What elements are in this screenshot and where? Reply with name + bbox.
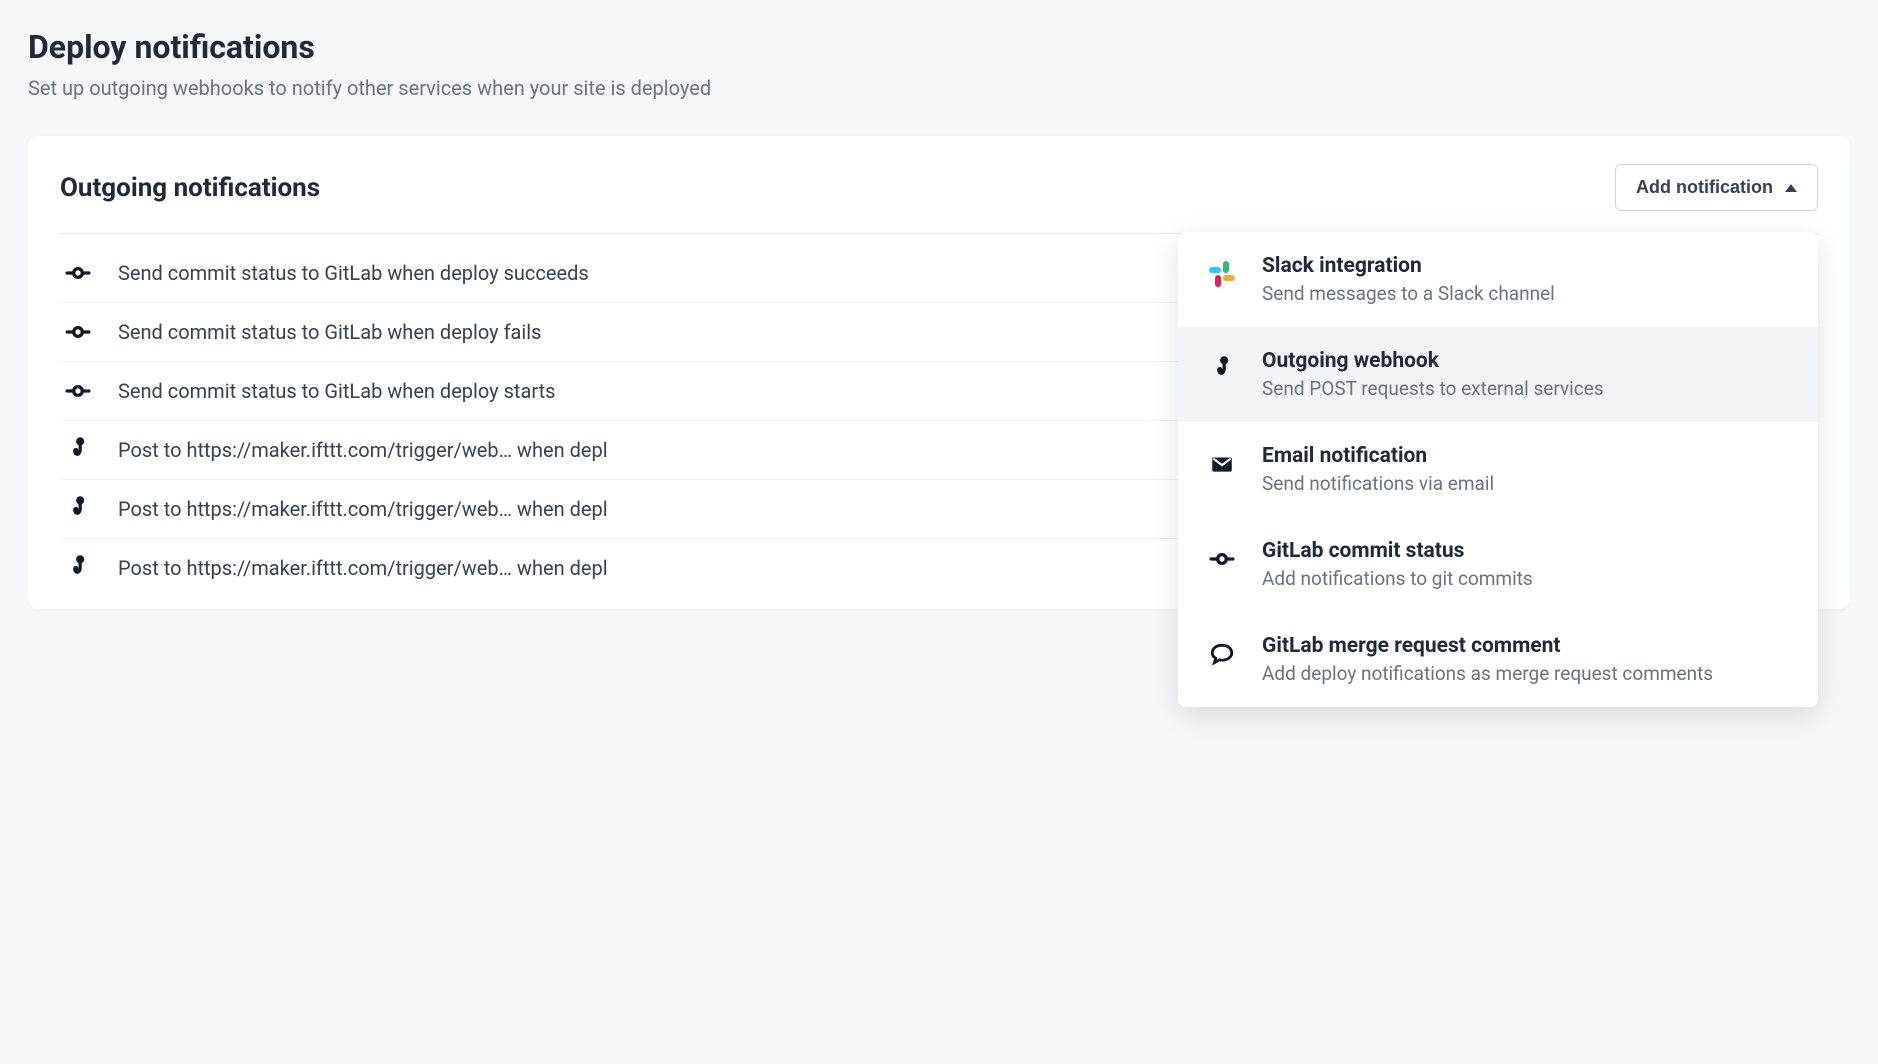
dropdown-item-title: Email notification <box>1262 444 1494 468</box>
dropdown-item-title: Slack integration <box>1262 254 1555 278</box>
commit-icon <box>65 260 91 286</box>
hook-icon <box>1209 356 1235 382</box>
commit-icon <box>65 378 91 404</box>
commit-icon-wrap <box>60 260 96 286</box>
dropdown-item-desc: Send messages to a Slack channel <box>1262 282 1555 305</box>
add-notification-dropdown: Slack integration Send messages to a Slac… <box>1178 232 1818 707</box>
hook-icon-wrap <box>1206 353 1238 385</box>
page-subtitle: Set up outgoing webhooks to notify other… <box>28 76 1850 100</box>
commit-icon-wrap <box>60 378 96 404</box>
dropdown-text: Slack integration Send messages to a Slac… <box>1262 254 1555 305</box>
hook-icon-wrap <box>60 555 96 581</box>
email-icon <box>1209 451 1235 477</box>
hook-icon <box>65 437 91 463</box>
dropdown-text: Email notification Send notifications via… <box>1262 444 1494 495</box>
email-icon-wrap <box>1206 448 1238 480</box>
dropdown-item-title: GitLab commit status <box>1262 539 1533 563</box>
dropdown-text: GitLab commit status Add notifications to… <box>1262 539 1533 590</box>
commit-icon-wrap <box>60 319 96 345</box>
notification-label: Post to https://maker.ifttt.com/trigger/… <box>118 556 608 580</box>
dropdown-item-email[interactable]: Email notification Send notifications via… <box>1178 422 1818 517</box>
dropdown-item-commit[interactable]: GitLab commit status Add notifications to… <box>1178 517 1818 612</box>
dropdown-item-desc: Send POST requests to external services <box>1262 377 1604 400</box>
dropdown-item-desc: Send notifications via email <box>1262 472 1494 495</box>
commit-icon-wrap <box>1206 543 1238 575</box>
dropdown-item-desc: Add deploy notifications as merge reques… <box>1262 662 1713 685</box>
comment-icon-wrap <box>1206 638 1238 670</box>
commit-icon <box>65 319 91 345</box>
hook-icon <box>65 555 91 581</box>
dropdown-text: GitLab merge request comment Add deploy n… <box>1262 634 1713 685</box>
dropdown-item-desc: Add notifications to git commits <box>1262 567 1533 590</box>
notifications-card: Outgoing notifications Add notification … <box>28 136 1850 609</box>
dropdown-item-comment[interactable]: GitLab merge request comment Add deploy n… <box>1178 612 1818 707</box>
dropdown-item-slack[interactable]: Slack integration Send messages to a Slac… <box>1178 232 1818 327</box>
slack-icon <box>1209 261 1235 287</box>
slack-icon-wrap <box>1206 258 1238 290</box>
notification-label: Post to https://maker.ifttt.com/trigger/… <box>118 497 608 521</box>
chevron-up-icon <box>1785 184 1797 192</box>
dropdown-item-title: Outgoing webhook <box>1262 349 1604 373</box>
notification-label: Send commit status to GitLab when deploy… <box>118 261 589 285</box>
dropdown-item-hook[interactable]: Outgoing webhook Send POST requests to ex… <box>1178 327 1818 422</box>
dropdown-text: Outgoing webhook Send POST requests to ex… <box>1262 349 1604 400</box>
hook-icon <box>65 496 91 522</box>
card-header: Outgoing notifications Add notification <box>60 164 1818 234</box>
notification-label: Send commit status to GitLab when deploy… <box>118 320 541 344</box>
notification-label: Send commit status to GitLab when deploy… <box>118 379 555 403</box>
add-notification-button[interactable]: Add notification <box>1615 164 1818 211</box>
dropdown-item-title: GitLab merge request comment <box>1262 634 1713 658</box>
page-title: Deploy notifications <box>28 28 1850 66</box>
card-title: Outgoing notifications <box>60 173 320 203</box>
hook-icon-wrap <box>60 437 96 463</box>
commit-icon <box>1209 546 1235 572</box>
add-notification-label: Add notification <box>1636 177 1773 198</box>
notification-label: Post to https://maker.ifttt.com/trigger/… <box>118 438 608 462</box>
hook-icon-wrap <box>60 496 96 522</box>
comment-icon <box>1209 641 1235 667</box>
